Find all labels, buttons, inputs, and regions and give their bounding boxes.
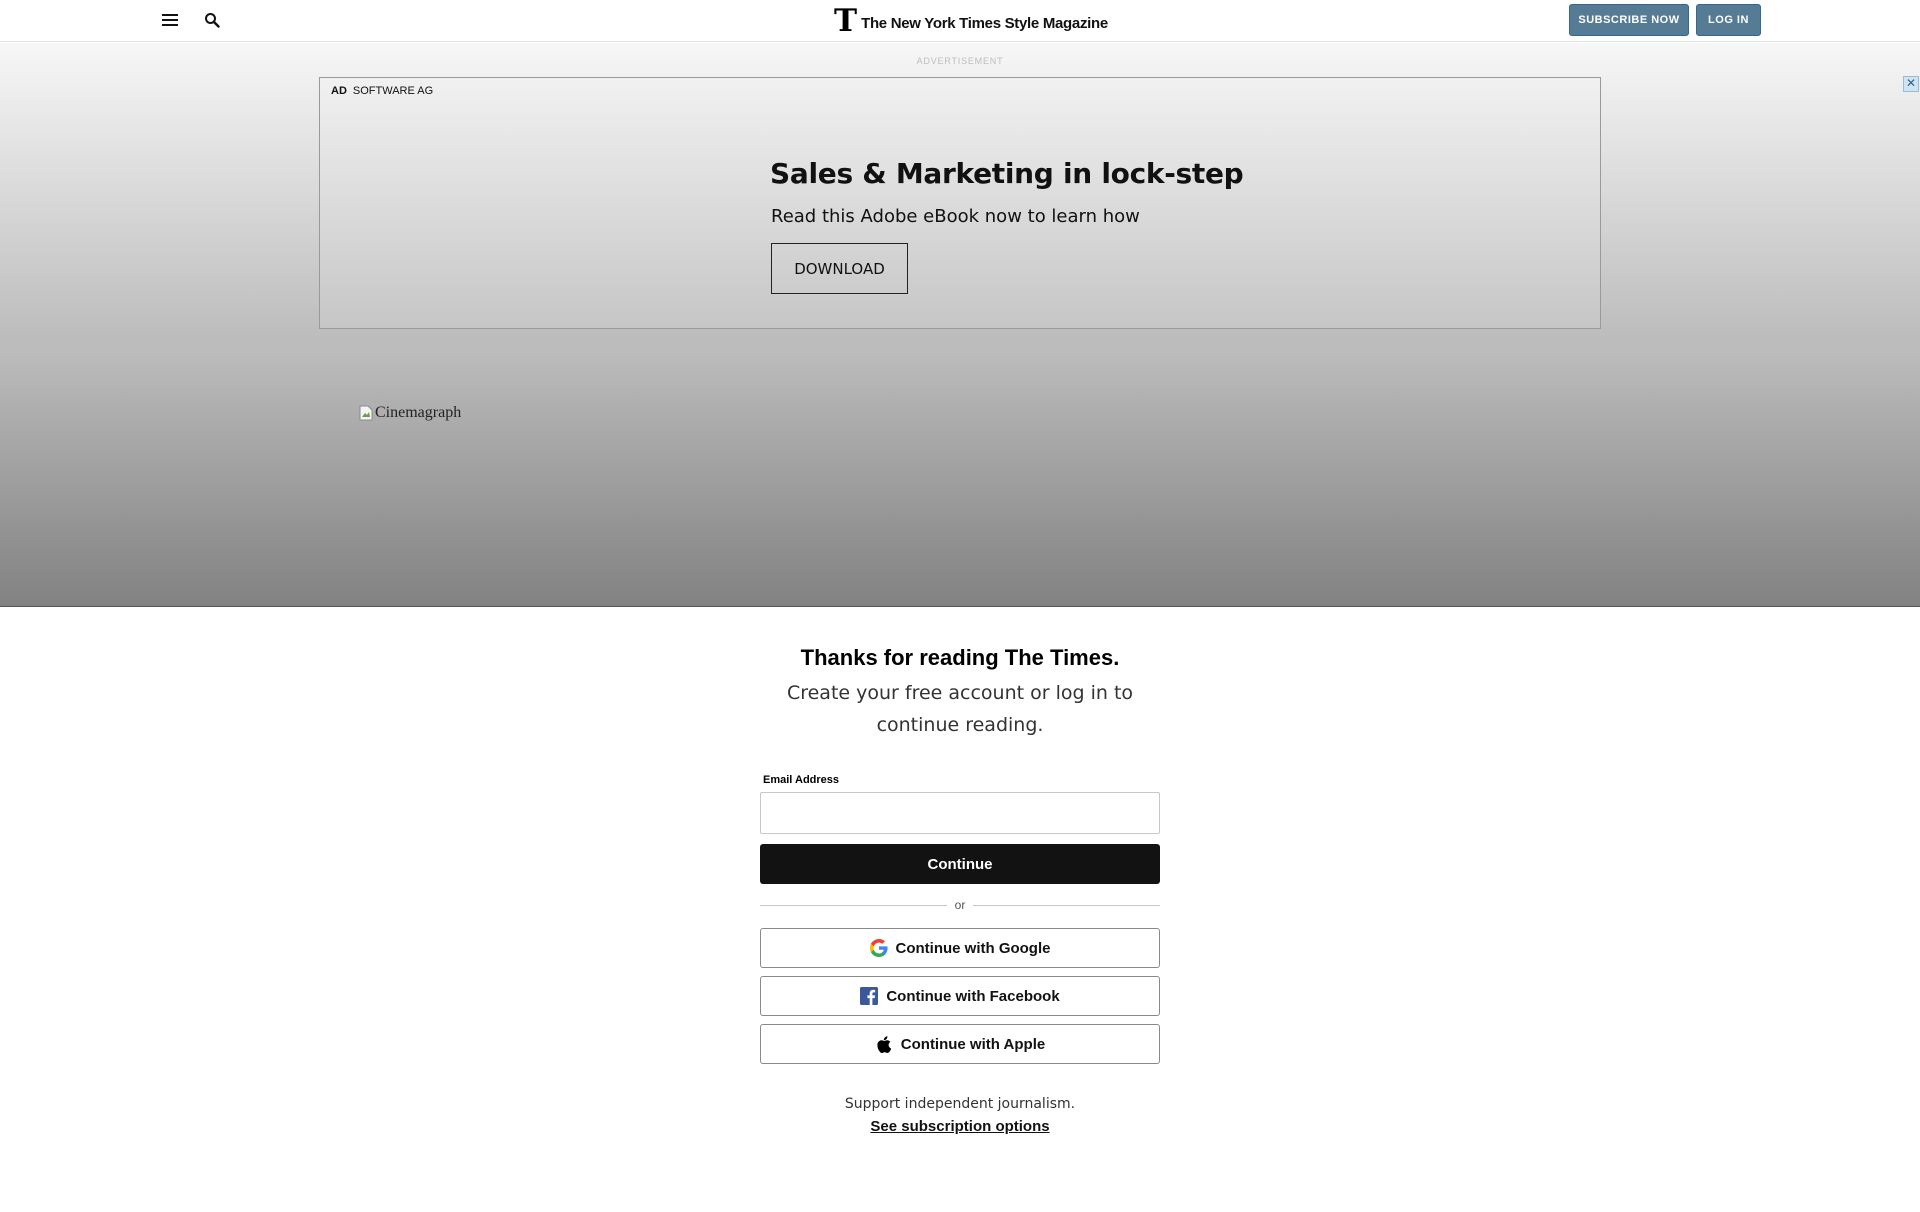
continue-with-google-button[interactable]: Continue with Google: [760, 928, 1160, 968]
hamburger-menu-icon[interactable]: [158, 9, 182, 31]
logo-wordmark: The New York Times Style Magazine: [861, 15, 1108, 32]
t-logo-glyph: T: [834, 3, 858, 39]
ad-badge: AD: [331, 85, 347, 97]
subscribe-now-button[interactable]: SUBSCRIBE NOW: [1569, 4, 1689, 36]
continue-with-apple-button[interactable]: Continue with Apple: [760, 1024, 1160, 1064]
facebook-button-label: Continue with Facebook: [886, 987, 1060, 1005]
divider-line-right: [973, 904, 1161, 906]
log-in-button[interactable]: LOG IN: [1696, 4, 1761, 36]
ad-tag: AD SOFTWARE AG: [331, 85, 433, 97]
ad-close-icon[interactable]: ✕: [1903, 76, 1919, 92]
or-text: or: [954, 898, 966, 912]
page: T The New York Times Style Magazine SUBS…: [0, 0, 1920, 1212]
divider-line-left: [760, 904, 947, 906]
continue-button[interactable]: Continue: [760, 844, 1160, 884]
site-header: T The New York Times Style Magazine SUBS…: [0, 0, 1920, 42]
ad-banner[interactable]: AD SOFTWARE AG Sales & Marketing in lock…: [319, 77, 1601, 329]
ad-subline: Read this Adobe eBook now to learn how: [771, 206, 1140, 227]
apple-icon: [875, 1035, 893, 1053]
cinemagraph-media: Cinemagraph: [0, 345, 1920, 607]
search-icon[interactable]: [200, 9, 224, 31]
regwall-subtitle: Create your free account or log in to co…: [786, 682, 1134, 736]
t-magazine-logo[interactable]: T The New York Times Style Magazine: [834, 3, 1108, 39]
email-label: Email Address: [763, 774, 840, 786]
see-subscription-options-link[interactable]: See subscription options: [870, 1118, 1049, 1135]
google-icon: [869, 939, 888, 957]
regwall-title: Thanks for reading The Times.: [800, 645, 1120, 670]
or-divider: or: [760, 898, 1161, 912]
google-button-label: Continue with Google: [895, 939, 1051, 957]
subscription-options-row: See subscription options: [0, 1118, 1920, 1136]
continue-with-facebook-button[interactable]: Continue with Facebook: [760, 976, 1160, 1016]
cinemagraph-alt: Cinemagraph: [359, 404, 461, 422]
ad-headline: Sales & Marketing in lock-step: [770, 157, 1244, 190]
ad-download-button[interactable]: DOWNLOAD: [771, 243, 908, 294]
email-field[interactable]: [760, 792, 1160, 834]
ad-advertiser: SOFTWARE AG: [352, 85, 434, 97]
apple-button-label: Continue with Apple: [900, 1035, 1046, 1053]
advertisement-label: ADVERTISEMENT: [916, 56, 1004, 66]
cinemagraph-alt-text: Cinemagraph: [375, 404, 462, 421]
support-journalism-text: Support independent journalism.: [844, 1096, 1076, 1112]
facebook-icon: [860, 987, 879, 1005]
broken-image-icon: [359, 405, 373, 421]
